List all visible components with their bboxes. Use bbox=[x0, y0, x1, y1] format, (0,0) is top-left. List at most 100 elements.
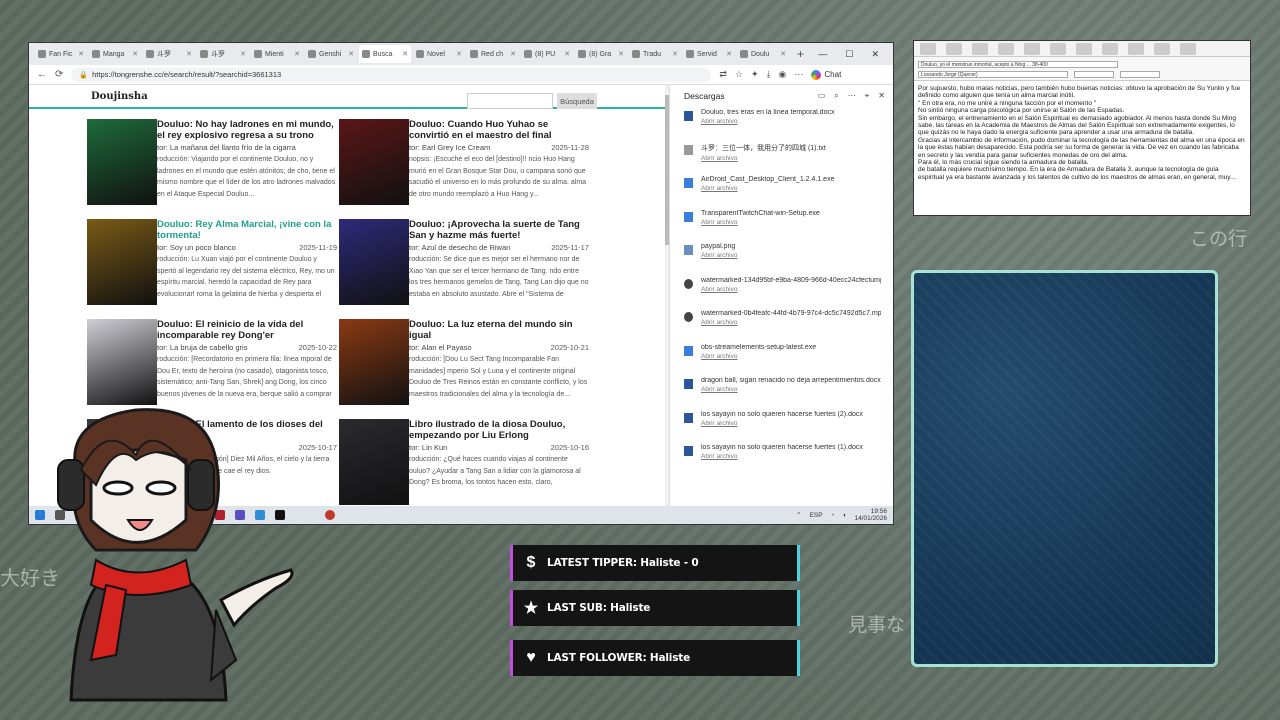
result-card[interactable]: Douluo: El reinicio de la vida del incom… bbox=[87, 319, 339, 405]
download-item[interactable]: Douluo, tres eras en la línea temporal.d… bbox=[670, 107, 893, 141]
ribbon-button[interactable] bbox=[1180, 43, 1196, 55]
open-file-link[interactable]: Abrir archivo bbox=[701, 252, 881, 259]
volume-field[interactable] bbox=[1120, 70, 1160, 78]
menu-icon[interactable]: ⋯ bbox=[794, 69, 803, 80]
browser-tab[interactable]: Tradu ✕ bbox=[629, 45, 681, 63]
open-file-link[interactable]: Abrir archivo bbox=[701, 185, 881, 192]
tab-close-icon[interactable]: ✕ bbox=[78, 50, 84, 58]
browser-tab[interactable]: (8) PU ✕ bbox=[521, 45, 573, 63]
result-card[interactable]: Douluo: La luz eterna del mundo sin igua… bbox=[339, 319, 591, 405]
app2-icon[interactable] bbox=[325, 510, 335, 520]
browser-tab[interactable]: Genshi ✕ bbox=[305, 45, 357, 63]
download-item[interactable]: AirDroid_Cast_Desktop_Client_1.2.4.1.exe… bbox=[670, 174, 893, 208]
card-title[interactable]: Douluo: ¡Aprovecha la suerte de Tang San… bbox=[409, 219, 589, 241]
download-item[interactable]: watermarked-134d95bf-e9ba-4809-966d-40ec… bbox=[670, 275, 893, 309]
card-title[interactable]: Libro ilustrado de la diosa Douluo, empe… bbox=[409, 419, 589, 441]
download-item[interactable]: TransparentTwitchChat-win-Setup.exe Abrir… bbox=[670, 208, 893, 242]
download-item[interactable]: obs-streamelements-setup-latest.exe Abrir… bbox=[670, 342, 893, 376]
download-filename[interactable]: los sayayin no solo quieren hacerse fuer… bbox=[701, 411, 881, 418]
browser-tab[interactable]: Novel ✕ bbox=[413, 45, 465, 63]
translate-icon[interactable]: ⇄ bbox=[719, 69, 727, 80]
browser-tab[interactable]: Doulu ✕ bbox=[737, 45, 789, 63]
ribbon-button[interactable] bbox=[1050, 43, 1066, 55]
tab-close-icon[interactable]: ✕ bbox=[294, 50, 300, 58]
profile-icon[interactable]: ◉ bbox=[779, 69, 787, 80]
search-button[interactable]: Búsqueda bbox=[557, 93, 597, 109]
download-filename[interactable]: dragon ball, sigan renacido no deja arre… bbox=[701, 377, 881, 384]
card-title[interactable]: Douluo: Rey Alma Marcial, ¡vine con la t… bbox=[157, 219, 337, 241]
download-item[interactable]: 斗罗：三位一体，我用分了的四城 (1).txt Abrir archivo bbox=[670, 141, 893, 175]
ribbon-button[interactable] bbox=[1024, 43, 1040, 55]
open-file-link[interactable]: Abrir archivo bbox=[701, 353, 881, 360]
chat-button[interactable]: Chat bbox=[811, 69, 841, 80]
back-icon[interactable]: ← bbox=[37, 69, 47, 80]
open-file-link[interactable]: Abrir archivo bbox=[701, 118, 881, 125]
ribbon-button[interactable] bbox=[946, 43, 962, 55]
tab-close-icon[interactable]: ✕ bbox=[240, 50, 246, 58]
download-filename[interactable]: los sayayin no solo quieren hacerse fuer… bbox=[701, 444, 881, 451]
open-file-link[interactable]: Abrir archivo bbox=[701, 319, 881, 326]
result-card[interactable]: Libro ilustrado de la diosa Douluo, empe… bbox=[339, 419, 591, 505]
download-filename[interactable]: TransparentTwitchChat-win-Setup.exe bbox=[701, 210, 881, 217]
result-card[interactable]: Douluo: Rey Alma Marcial, ¡vine con la t… bbox=[87, 219, 339, 305]
result-card[interactable]: Douluo: ¡Aprovecha la suerte de Tang San… bbox=[339, 219, 591, 305]
tab-close-icon[interactable]: ✕ bbox=[672, 50, 678, 58]
lang-indicator[interactable]: ESP bbox=[810, 512, 823, 519]
cover-image[interactable] bbox=[87, 119, 157, 205]
tab-close-icon[interactable]: ✕ bbox=[186, 50, 192, 58]
cover-image[interactable] bbox=[339, 419, 409, 505]
tab-close-icon[interactable]: ✕ bbox=[564, 50, 570, 58]
site-name[interactable]: Doujinshа bbox=[91, 91, 148, 102]
ribbon-button[interactable] bbox=[1128, 43, 1144, 55]
download-filename[interactable]: Douluo, tres eras en la línea temporal.d… bbox=[701, 109, 881, 116]
ribbon-button[interactable] bbox=[972, 43, 988, 55]
volume-icon[interactable]: ◖ bbox=[843, 512, 847, 519]
tab-close-icon[interactable]: ✕ bbox=[456, 50, 462, 58]
open-file-link[interactable]: Abrir archivo bbox=[701, 155, 881, 162]
pin-icon[interactable]: ⌖ bbox=[865, 91, 870, 101]
ribbon-button[interactable] bbox=[1076, 43, 1092, 55]
browser-tab[interactable]: Manga ✕ bbox=[89, 45, 141, 63]
wifi-icon[interactable]: ◔ bbox=[831, 512, 835, 519]
browser-tab[interactable]: Mienti ✕ bbox=[251, 45, 303, 63]
download-filename[interactable]: watermarked-0b4feafc-44fd-4b79-97c4-dc5c… bbox=[701, 310, 881, 317]
download-filename[interactable]: 斗罗：三位一体，我用分了的四城 (1).txt bbox=[701, 143, 881, 153]
download-item[interactable]: los sayayin no solo quieren hacerse fuer… bbox=[670, 442, 893, 476]
download-item[interactable]: watermarked-0b4feafc-44fd-4b79-97c4-dc5c… bbox=[670, 308, 893, 342]
download-item[interactable]: dragon ball, sigan renacido no deja arre… bbox=[670, 375, 893, 409]
ribbon-button[interactable] bbox=[1102, 43, 1118, 55]
download-filename[interactable]: paypal.png bbox=[701, 243, 881, 250]
browser-tab[interactable]: Red ch ✕ bbox=[467, 45, 519, 63]
reload-icon[interactable]: ⟳ bbox=[55, 69, 63, 80]
close-window-icon[interactable]: ✕ bbox=[871, 49, 879, 60]
star-icon[interactable]: ☆ bbox=[735, 69, 743, 80]
close-icon[interactable]: ✕ bbox=[878, 91, 885, 101]
card-title[interactable]: Douluo: El reinicio de la vida del incom… bbox=[157, 319, 337, 341]
cover-image[interactable] bbox=[339, 219, 409, 305]
new-tab-button[interactable]: + bbox=[797, 47, 804, 61]
download-filename[interactable]: AirDroid_Cast_Desktop_Client_1.2.4.1.exe bbox=[701, 176, 881, 183]
cover-image[interactable] bbox=[87, 219, 157, 305]
tab-close-icon[interactable]: ✕ bbox=[132, 50, 138, 58]
card-title[interactable]: Douluo: Cuando Huo Yuhao se convirtió en… bbox=[409, 119, 589, 141]
font-select[interactable]: Lossando Jorge (Quecer) bbox=[918, 70, 1068, 78]
download-item[interactable]: paypal.png Abrir archivo bbox=[670, 241, 893, 275]
speed-field[interactable] bbox=[1074, 70, 1114, 78]
download-icon[interactable]: ⤓ bbox=[767, 69, 771, 80]
open-file-link[interactable]: Abrir archivo bbox=[701, 420, 881, 427]
card-title[interactable]: Douluo: La luz eterna del mundo sin igua… bbox=[409, 319, 589, 341]
browser-tab[interactable]: Busca ✕ bbox=[359, 45, 411, 63]
ribbon-button[interactable] bbox=[1154, 43, 1170, 55]
open-file-link[interactable]: Abrir archivo bbox=[701, 219, 881, 226]
more-icon[interactable]: ⋯ bbox=[848, 91, 856, 101]
open-file-link[interactable]: Abrir archivo bbox=[701, 453, 881, 460]
open-file-link[interactable]: Abrir archivo bbox=[701, 386, 881, 393]
tab-close-icon[interactable]: ✕ bbox=[780, 50, 786, 58]
browser-tab[interactable]: 斗罗 ✕ bbox=[143, 45, 195, 63]
tab-close-icon[interactable]: ✕ bbox=[726, 50, 732, 58]
download-filename[interactable]: obs-streamelements-setup-latest.exe bbox=[701, 344, 881, 351]
cover-image[interactable] bbox=[339, 319, 409, 405]
browser-tab[interactable]: 斗罗 ✕ bbox=[197, 45, 249, 63]
tray-chevron-icon[interactable]: ⌃ bbox=[796, 511, 801, 519]
result-card[interactable]: Douluo: Cuando Huo Yuhao se convirtió en… bbox=[339, 119, 591, 205]
